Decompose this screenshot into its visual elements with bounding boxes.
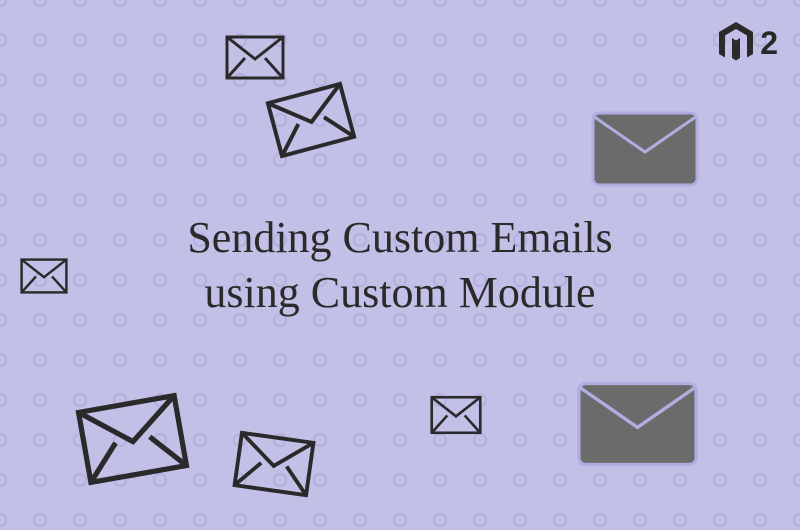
magento-icon — [718, 22, 754, 64]
envelope-icon — [20, 258, 68, 294]
envelope-icon — [590, 110, 700, 188]
page-title: Sending Custom Emails using Custom Modul… — [0, 210, 800, 320]
envelope-icon — [430, 395, 482, 435]
envelope-icon — [225, 35, 285, 80]
envelope-icon — [74, 391, 191, 486]
envelope-icon — [231, 430, 316, 498]
logo-version-text: 2 — [760, 25, 778, 62]
main-content: 2 Sending Custom Emails using Custom Mod… — [0, 0, 800, 530]
magento-logo: 2 — [718, 22, 778, 64]
title-line-2: using Custom Module — [0, 265, 800, 320]
title-line-1: Sending Custom Emails — [0, 210, 800, 265]
envelope-icon — [264, 80, 359, 159]
envelope-icon — [575, 380, 700, 468]
